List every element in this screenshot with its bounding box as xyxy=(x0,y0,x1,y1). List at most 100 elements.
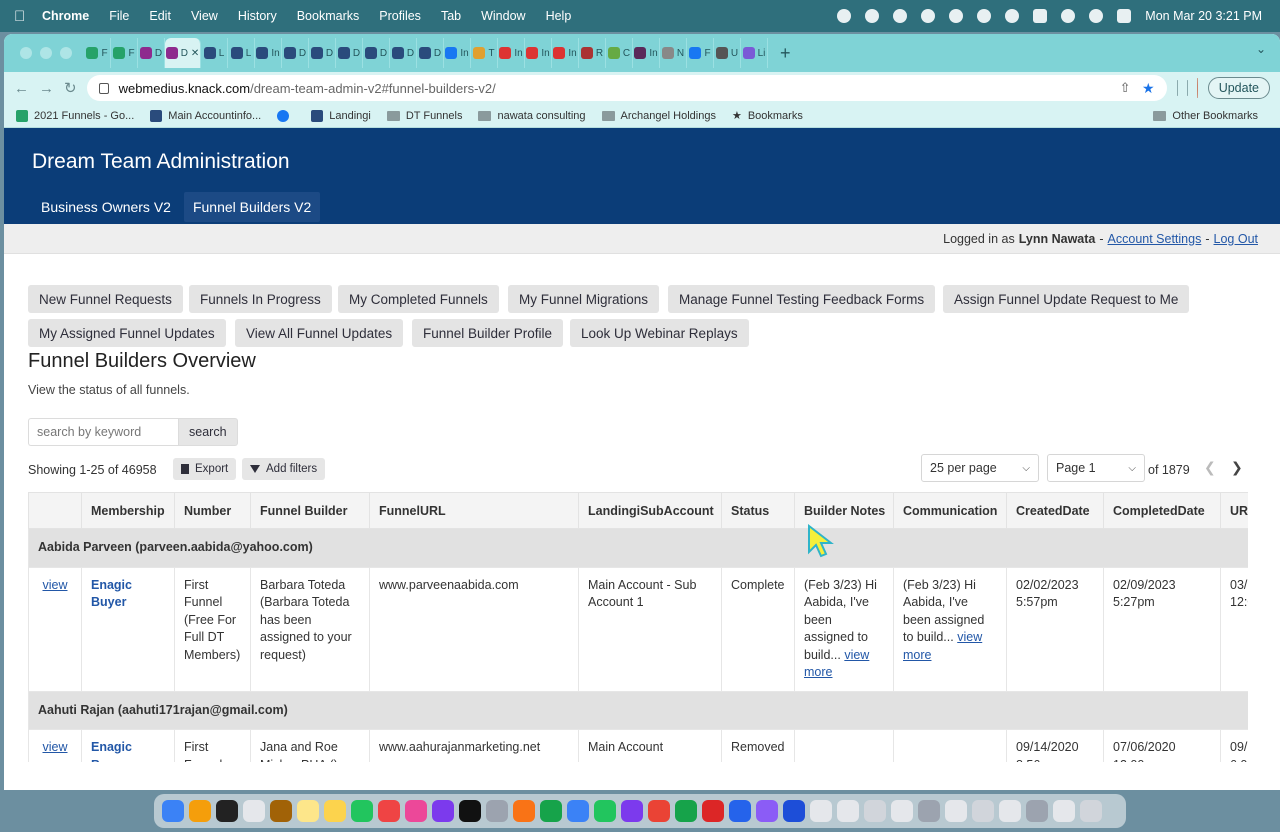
dock-app-icon[interactable] xyxy=(162,800,184,822)
zoom-window-button[interactable] xyxy=(60,47,72,59)
nav-business-owners[interactable]: Business Owners V2 xyxy=(32,192,180,222)
gear-status-icon[interactable] xyxy=(837,9,852,23)
dock-app-icon[interactable] xyxy=(324,800,346,822)
dock-app-icon[interactable] xyxy=(594,800,616,822)
reload-icon[interactable]: ↻ xyxy=(64,79,77,97)
dock-app-icon[interactable] xyxy=(189,800,211,822)
bitcoin-status-icon[interactable] xyxy=(949,9,964,23)
browser-tab[interactable]: R xyxy=(579,38,606,68)
prev-page-icon[interactable]: ❮ xyxy=(1204,459,1216,476)
browser-tab[interactable]: In xyxy=(633,38,660,68)
browser-tab[interactable]: D xyxy=(363,38,390,68)
bookmark-landingi[interactable]: Landingi xyxy=(311,109,371,122)
dock-app-icon[interactable] xyxy=(1026,800,1048,822)
browser-tab[interactable]: F xyxy=(687,38,714,68)
bookmark-star-icon[interactable]: ★ xyxy=(1142,80,1155,97)
bookmark-facebook[interactable] xyxy=(277,109,295,122)
bookmark-main-accountinfo[interactable]: Main Accountinfo... xyxy=(150,109,261,122)
menubar-clock[interactable]: Mon Mar 20 3:21 PM xyxy=(1145,9,1262,23)
browser-tab[interactable]: D xyxy=(309,38,336,68)
browser-tab[interactable]: D xyxy=(138,38,165,68)
export-button[interactable]: Export xyxy=(173,458,237,480)
browser-tab[interactable]: D xyxy=(417,38,444,68)
dock-app-icon[interactable] xyxy=(837,800,859,822)
bookmark-nawata-consulting[interactable]: nawata consulting xyxy=(478,110,586,122)
search-input[interactable] xyxy=(28,418,178,446)
menu-history[interactable]: History xyxy=(238,9,277,23)
browser-tab[interactable]: F xyxy=(84,38,111,68)
dock-app-icon[interactable] xyxy=(567,800,589,822)
update-button[interactable]: Update xyxy=(1207,77,1270,99)
funnel-builder-profile-button[interactable]: Funnel Builder Profile xyxy=(412,319,564,347)
dock-app-icon[interactable] xyxy=(729,800,751,822)
browser-tab[interactable]: D ✕ xyxy=(165,38,201,68)
menu-edit[interactable]: Edit xyxy=(149,9,171,23)
cloud-status-icon[interactable] xyxy=(921,9,936,23)
close-tab-icon[interactable]: ✕ xyxy=(191,48,199,59)
next-page-icon[interactable]: ❯ xyxy=(1231,459,1243,476)
dock-app-icon[interactable] xyxy=(297,800,319,822)
logout-link[interactable]: Log Out xyxy=(1214,232,1258,246)
funnels-in-progress-button[interactable]: Funnels In Progress xyxy=(189,285,332,313)
nav-funnel-builders[interactable]: Funnel Builders V2 xyxy=(183,192,321,222)
dock-app-icon[interactable] xyxy=(270,800,292,822)
account-settings-link[interactable]: Account Settings xyxy=(1108,232,1202,246)
dock-app-icon[interactable] xyxy=(675,800,697,822)
dock-app-icon[interactable] xyxy=(918,800,940,822)
dock-app-icon[interactable] xyxy=(702,800,724,822)
view-link[interactable]: view xyxy=(42,578,67,592)
column-header[interactable]: Communication xyxy=(893,492,1007,529)
search-button[interactable]: search xyxy=(178,418,238,446)
bookmark-2021-funnels[interactable]: 2021 Funnels - Go... xyxy=(16,109,134,122)
share-icon[interactable]: ⇧ xyxy=(1120,80,1131,96)
browser-tab[interactable]: L xyxy=(201,38,228,68)
minimize-window-button[interactable] xyxy=(40,47,52,59)
close-window-button[interactable] xyxy=(20,47,32,59)
dock-app-icon[interactable] xyxy=(810,800,832,822)
per-page-select[interactable]: 25 per page ⌵ xyxy=(921,454,1039,482)
bluetooth-icon[interactable] xyxy=(1005,9,1020,23)
dock-app-icon[interactable] xyxy=(864,800,886,822)
menu-profiles[interactable]: Profiles xyxy=(379,9,421,23)
menu-file[interactable]: File xyxy=(109,9,129,23)
manage-feedback-forms-button[interactable]: Manage Funnel Testing Feedback Forms xyxy=(668,285,936,313)
bookmark-dt-funnels[interactable]: DT Funnels xyxy=(386,110,462,122)
battery-icon[interactable] xyxy=(1033,9,1048,23)
browser-tab[interactable]: D xyxy=(282,38,309,68)
browser-tab[interactable]: C xyxy=(606,38,633,68)
browser-tab[interactable]: In xyxy=(255,38,282,68)
view-link[interactable]: view xyxy=(42,740,67,754)
tab-search-chevron-icon[interactable]: ⌄ xyxy=(1256,42,1266,56)
dock-app-icon[interactable] xyxy=(945,800,967,822)
menu-window[interactable]: Window xyxy=(481,9,525,23)
dock-app-icon[interactable] xyxy=(405,800,427,822)
dock-app-icon[interactable] xyxy=(459,800,481,822)
column-header[interactable]: LandingiSubAccount xyxy=(578,492,722,529)
browser-tab[interactable]: D xyxy=(336,38,363,68)
headphones-icon[interactable] xyxy=(977,9,992,23)
my-assigned-updates-button[interactable]: My Assigned Funnel Updates xyxy=(28,319,226,347)
menu-view[interactable]: View xyxy=(191,9,218,23)
page-select[interactable]: Page 1 ⌵ xyxy=(1047,454,1145,482)
dock-app-icon[interactable] xyxy=(756,800,778,822)
new-funnel-requests-button[interactable]: New Funnel Requests xyxy=(28,285,183,313)
lock-icon[interactable] xyxy=(98,82,109,94)
browser-tab[interactable]: In xyxy=(498,38,525,68)
column-header[interactable]: URLT xyxy=(1220,492,1248,529)
browser-tab[interactable]: N xyxy=(660,38,687,68)
browser-tab[interactable]: F xyxy=(111,38,138,68)
bookmark-archangel-holdings[interactable]: Archangel Holdings xyxy=(601,110,716,122)
dock-app-icon[interactable] xyxy=(513,800,535,822)
browser-tab[interactable]: L xyxy=(228,38,255,68)
bookmark-other-bookmarks[interactable]: Other Bookmarks xyxy=(1153,110,1258,122)
add-filters-button[interactable]: Add filters xyxy=(242,458,326,480)
control-center-icon[interactable] xyxy=(1117,9,1132,23)
column-header[interactable]: FunnelURL xyxy=(369,492,579,529)
dock-app-icon[interactable] xyxy=(378,800,400,822)
column-header[interactable]: Funnel Builder xyxy=(250,492,370,529)
webinar-replays-button[interactable]: Look Up Webinar Replays xyxy=(570,319,749,347)
column-header[interactable]: Membership xyxy=(81,492,175,529)
bookmark-bookmarks[interactable]: ★ Bookmarks xyxy=(732,109,803,123)
column-header[interactable]: Status xyxy=(721,492,795,529)
dock-app-icon[interactable] xyxy=(1053,800,1075,822)
